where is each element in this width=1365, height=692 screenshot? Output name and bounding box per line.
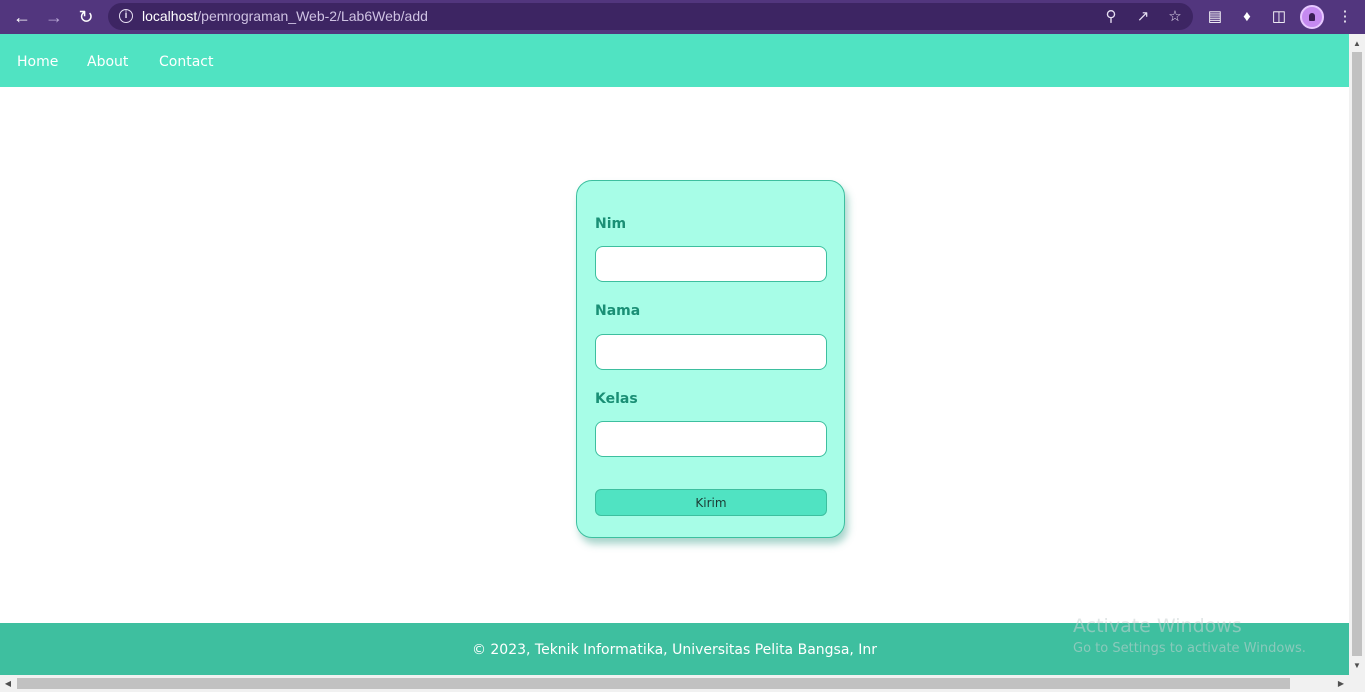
site-navbar: Home About Contact [0, 34, 1349, 87]
vertical-scrollbar[interactable]: ▲ ▼ [1349, 34, 1365, 675]
url-path: /pemrograman_Web-2/Lab6Web/add [197, 8, 428, 24]
nim-input[interactable] [595, 246, 827, 282]
watermark-title: Activate Windows [1073, 615, 1242, 637]
zoom-icon[interactable]: ⚲ [1101, 7, 1121, 27]
nav-home-link[interactable]: Home [17, 34, 58, 87]
nama-label: Nama [595, 303, 641, 319]
nim-label: Nim [595, 216, 627, 232]
nav-about-link[interactable]: About [87, 34, 128, 87]
reload-icon[interactable]: ↻ [75, 6, 97, 28]
site-info-icon[interactable]: i [119, 9, 133, 23]
more-menu-icon[interactable]: ⋮ [1334, 6, 1356, 28]
horizontal-scrollbar[interactable]: ◀ ▶ [0, 675, 1365, 692]
url-text[interactable]: localhost/pemrograman_Web-2/Lab6Web/add [142, 3, 428, 30]
kelas-input[interactable] [595, 421, 827, 457]
profile-avatar[interactable] [1300, 5, 1324, 29]
kelas-label: Kelas [595, 391, 638, 407]
watermark-subtitle: Go to Settings to activate Windows. [1073, 641, 1306, 656]
share-icon[interactable]: ↗ [1133, 7, 1153, 27]
nama-input[interactable] [595, 334, 827, 370]
vertical-scroll-thumb[interactable] [1352, 52, 1362, 656]
url-host: localhost [142, 8, 198, 24]
media-icon[interactable]: ▤ [1204, 6, 1226, 28]
scroll-up-arrow-icon[interactable]: ▲ [1349, 36, 1365, 52]
scroll-down-arrow-icon[interactable]: ▼ [1349, 658, 1365, 674]
forward-arrow-icon[interactable]: → [43, 6, 65, 28]
address-bar[interactable]: i localhost/pemrograman_Web-2/Lab6Web/ad… [108, 3, 1193, 30]
browser-toolbar: ← → ↻ i localhost/pemrograman_Web-2/Lab6… [0, 0, 1365, 34]
back-arrow-icon[interactable]: ← [11, 6, 33, 28]
kirim-button[interactable]: Kirim [595, 489, 827, 516]
nav-contact-link[interactable]: Contact [159, 34, 213, 87]
bookmark-star-icon[interactable]: ☆ [1165, 7, 1185, 27]
add-form-card: Nim Nama Kelas Kirim [576, 180, 845, 538]
scroll-left-arrow-icon[interactable]: ◀ [0, 675, 16, 692]
horizontal-scroll-thumb[interactable] [17, 678, 1290, 689]
side-panel-icon[interactable]: ◫ [1268, 6, 1290, 28]
extensions-puzzle-icon[interactable]: ♦ [1236, 6, 1258, 28]
windows-activation-watermark: Activate Windows Go to Settings to activ… [1073, 614, 1306, 660]
scroll-right-arrow-icon[interactable]: ▶ [1333, 675, 1349, 692]
